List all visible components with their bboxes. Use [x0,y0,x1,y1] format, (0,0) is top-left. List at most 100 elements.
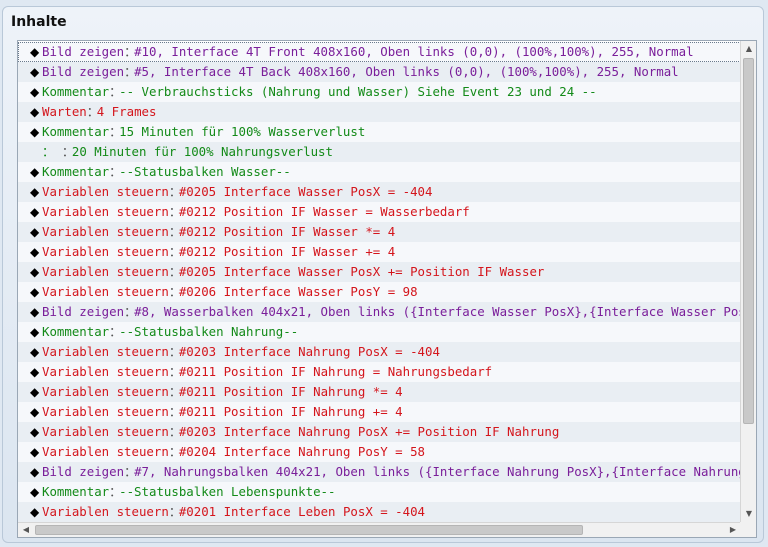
command-parameters: #10, Interface 4T Front 408x160, Oben li… [134,44,694,59]
command-row[interactable]: ◆ Variablen steuern：#0201 Interface Leben… [18,502,741,522]
command-marker-icon: ◆ [30,125,40,139]
command-separator: ： [109,124,122,139]
command-type: Variablen steuern [42,444,169,459]
command-row[interactable]: ◆ Variablen steuern：#0212 Position IF Was… [18,242,741,262]
command-parameters: #0203 Interface Nahrung PosX = -404 [178,344,440,359]
command-parameters: #5, Interface 4T Back 408x160, Oben link… [134,64,679,79]
command-row[interactable]: ◆ Variablen steuern：#0211 Position IF Nah… [18,402,741,422]
command-separator: ： [124,44,137,59]
command-row[interactable]: ◆ Kommentar：-- Verbrauchsticks (Nahrung u… [18,82,741,102]
command-marker-icon: ◆ [30,65,40,79]
command-marker-icon: ◆ [30,325,40,339]
command-separator: ： [168,284,182,299]
command-row[interactable]: ◆ Kommentar：--Statusbalken Wasser-- [18,162,741,182]
command-row[interactable]: ◆ Kommentar：--Statusbalken Lebenspunkte-- [18,482,741,502]
command-row[interactable]: ◆ Variablen steuern：#0206 Interface Wasse… [18,282,741,302]
command-marker-icon: ◆ [30,465,40,479]
command-parameters: --Statusbalken Nahrung-- [119,324,299,339]
command-marker-icon: ◆ [30,505,40,519]
command-row[interactable]: ◆ Variablen steuern：#0204 Interface Nahru… [18,442,741,462]
event-command-list[interactable]: ◆ Bild zeigen：#10, Interface 4T Front 408… [17,40,757,538]
command-type: ： [42,144,62,159]
command-type: Kommentar [42,124,110,139]
panel-title: Inhalte [11,14,67,30]
command-type: Bild zeigen [42,64,125,79]
command-row[interactable]: ◆ Warten：4 Frames [18,102,741,122]
command-type: Warten [42,104,87,119]
scrollbar-corner [740,522,756,537]
command-type: Bild zeigen [42,304,125,319]
command-row[interactable]: ◆ Kommentar：15 Minuten für 100% Wasserver… [18,122,741,142]
command-type: Variablen steuern [42,244,169,259]
command-marker-icon: ◆ [30,385,40,399]
command-row[interactable]: ◆ Variablen steuern：#0212 Position IF Was… [18,202,741,222]
command-parameters: -- Verbrauchsticks (Nahrung und Wasser) … [119,84,597,99]
command-type: Variablen steuern [42,404,169,419]
command-parameters: #0206 Interface Wasser PosY = 98 [178,284,418,299]
command-type: Variablen steuern [42,424,169,439]
command-marker-icon: ◆ [30,485,40,499]
command-row[interactable]: ◆ Kommentar：--Statusbalken Nahrung-- [18,322,741,342]
command-separator: ： [124,464,137,479]
command-type: Kommentar [42,164,110,179]
command-parameters: #0212 Position IF Wasser *= 4 [178,224,396,239]
command-type: Variablen steuern [42,204,169,219]
command-separator: ： [168,184,182,199]
command-separator: ： [168,244,182,259]
command-type: Bild zeigen [42,464,125,479]
command-row[interactable]: ◆ Variablen steuern：#0211 Position IF Nah… [18,382,741,402]
command-type: Variablen steuern [42,504,169,519]
command-marker-icon: ◆ [30,185,40,199]
vertical-scrollbar[interactable]: ▲ ▼ [740,41,756,522]
command-marker-icon: ◆ [30,365,40,379]
command-type: Kommentar [42,324,110,339]
command-parameters: #0205 Interface Wasser PosX += Position … [178,264,545,279]
horizontal-scroll-thumb[interactable] [35,525,583,535]
command-row[interactable]: ： ：20 Minuten für 100% Nahrungsverlust [18,142,741,162]
command-type: Kommentar [42,484,110,499]
command-parameters: #0211 Position IF Nahrung += 4 [178,404,403,419]
command-parameters: #0201 Interface Leben PosX = -404 [178,504,426,519]
command-row[interactable]: ◆ Variablen steuern：#0212 Position IF Was… [18,222,741,242]
command-row[interactable]: ◆ Variablen steuern：#0205 Interface Wasse… [18,182,741,202]
command-marker-icon: ◆ [30,205,40,219]
command-separator: ： [86,104,100,119]
command-separator: ： [168,424,182,439]
command-marker-icon: ◆ [30,45,40,59]
command-separator: ： [109,164,122,179]
command-parameters: #8, Wasserbalken 404x21, Oben links ({In… [134,304,741,319]
command-type: Variablen steuern [42,384,169,399]
vertical-scroll-thumb[interactable] [743,58,754,424]
command-row[interactable]: ◆ Variablen steuern：#0211 Position IF Nah… [18,362,741,382]
command-parameters: 15 Minuten für 100% Wasserverlust [119,124,366,139]
command-type: Variablen steuern [42,184,169,199]
command-separator: ： [124,64,137,79]
command-marker-icon: ◆ [30,425,40,439]
scroll-left-icon[interactable]: ◀ [18,522,34,537]
command-rows: ◆ Bild zeigen：#10, Interface 4T Front 408… [18,42,741,523]
command-row[interactable]: ◆ Variablen steuern：#0203 Interface Nahru… [18,342,741,362]
contents-panel: Inhalte ◆ Bild zeigen：#10, Interface 4T F… [2,6,764,543]
scroll-up-icon[interactable]: ▲ [741,41,756,57]
command-row[interactable]: ◆ Bild zeigen：#8, Wasserbalken 404x21, Ob… [18,302,741,322]
command-row[interactable]: ◆ Variablen steuern：#0203 Interface Nahru… [18,422,741,442]
command-row[interactable]: ◆ Bild zeigen：#7, Nahrungsbalken 404x21, … [18,462,741,482]
command-type: Variablen steuern [42,364,169,379]
scroll-down-icon[interactable]: ▼ [741,506,756,522]
command-marker-icon: ◆ [30,105,40,119]
scroll-right-icon[interactable]: ▶ [725,522,741,537]
command-separator: ： [168,204,182,219]
command-row[interactable]: ◆ Bild zeigen：#10, Interface 4T Front 408… [18,42,741,62]
command-row[interactable]: ◆ Bild zeigen：#5, Interface 4T Back 408x1… [18,62,741,82]
command-type: Bild zeigen [42,44,125,59]
command-row[interactable]: ◆ Variablen steuern：#0205 Interface Wasse… [18,262,741,282]
command-type: Kommentar [42,84,110,99]
command-separator: ： [168,224,182,239]
command-parameters: --Statusbalken Lebenspunkte-- [119,484,336,499]
command-separator: ： [168,384,182,399]
command-marker-icon: ◆ [30,245,40,259]
command-type: Variablen steuern [42,344,169,359]
command-marker-icon: ◆ [30,405,40,419]
command-parameters: #0211 Position IF Nahrung *= 4 [178,384,403,399]
horizontal-scrollbar[interactable]: ◀ ▶ [18,522,741,537]
